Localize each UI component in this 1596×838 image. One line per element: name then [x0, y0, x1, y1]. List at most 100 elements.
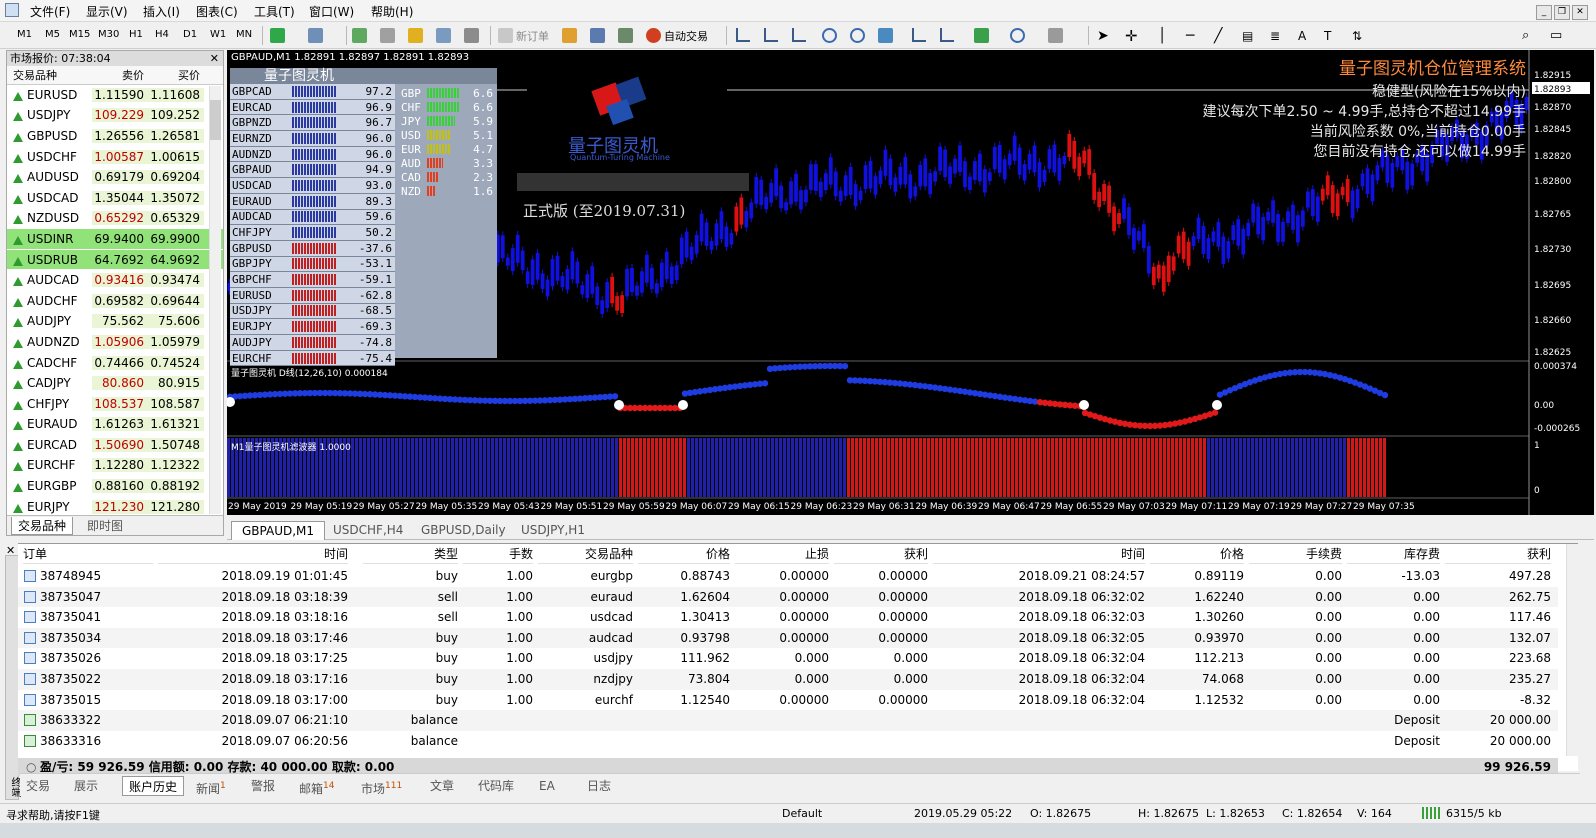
- close-icon[interactable]: ✕: [1572, 5, 1588, 20]
- col-commission[interactable]: 手续费: [1249, 544, 1342, 564]
- menu-insert[interactable]: 插入(I): [143, 3, 180, 20]
- market-watch-scrollbar[interactable]: [209, 86, 221, 514]
- tf-mn[interactable]: MN: [236, 29, 252, 40]
- terminal-tab[interactable]: 日志: [587, 776, 611, 796]
- terminal-tab[interactable]: 邮箱14: [299, 776, 334, 796]
- chart-tab[interactable]: GBPUSD,Daily: [411, 521, 516, 540]
- market-watch-row[interactable]: AUDCHF 0.69582 0.69644: [7, 291, 223, 312]
- terminal-tab[interactable]: 展示: [74, 776, 98, 796]
- vertical-line-icon[interactable]: │: [1158, 25, 1166, 46]
- col-order[interactable]: 订单: [23, 544, 153, 564]
- arrows-icon[interactable]: ⇅: [1352, 25, 1362, 46]
- history-row[interactable]: 38735047 2018.09.18 03:18:39 sell 1.00 eurau…: [18, 586, 1558, 608]
- terminal-tab[interactable]: EA: [539, 776, 555, 796]
- terminal-tab[interactable]: 警报: [251, 776, 275, 796]
- history-row[interactable]: 38735015 2018.09.18 03:17:00 buy 1.00 eurchf…: [18, 690, 1558, 711]
- col-price[interactable]: 价格: [638, 544, 730, 564]
- profiles-icon[interactable]: [308, 25, 323, 46]
- terminal-tab[interactable]: 账户历史: [122, 776, 185, 796]
- market-watch-row[interactable]: CHFJPY 108.537 108.587: [7, 394, 223, 415]
- new-order-button[interactable]: 新订单: [498, 25, 549, 46]
- symbol-column-header[interactable]: 交易品种: [7, 66, 92, 84]
- minimize-icon[interactable]: _: [1536, 5, 1552, 20]
- tile-windows-icon[interactable]: [878, 25, 893, 46]
- col-profit[interactable]: 获利: [1445, 544, 1551, 564]
- market-watch-row[interactable]: AUDJPY 75.562 75.606: [7, 312, 223, 333]
- market-watch-icon[interactable]: [352, 25, 367, 46]
- tf-h4[interactable]: H4: [155, 29, 169, 40]
- history-scrollbar[interactable]: [1566, 544, 1578, 756]
- col-sl[interactable]: 止损: [735, 544, 829, 564]
- col-open-time[interactable]: 时间: [158, 544, 348, 564]
- restore-icon[interactable]: ❐: [1554, 5, 1570, 20]
- menu-file[interactable]: 文件(F): [30, 3, 70, 20]
- terminal-tab[interactable]: 新闻1: [196, 776, 226, 796]
- navigator-icon[interactable]: [408, 25, 423, 46]
- market-watch-row[interactable]: NZDUSD 0.65292 0.65329: [7, 209, 223, 230]
- metaeditor-icon[interactable]: [562, 25, 577, 46]
- menu-chart[interactable]: 图表(C): [196, 3, 238, 20]
- chart-tab[interactable]: GBPAUD,M1: [231, 521, 326, 540]
- history-row[interactable]: 38735022 2018.09.18 03:17:16 buy 1.00 nzdjpy…: [18, 669, 1558, 690]
- terminal-tab[interactable]: 代码库: [478, 776, 514, 796]
- bar-chart-icon[interactable]: [736, 28, 750, 42]
- col-type[interactable]: 类型: [363, 544, 458, 564]
- market-watch-row[interactable]: USDCHF 1.00587 1.00615: [7, 147, 223, 168]
- tf-w1[interactable]: W1: [210, 29, 226, 40]
- col-symbol[interactable]: 交易品种: [538, 544, 633, 564]
- market-watch-row[interactable]: AUDUSD 0.69179 0.69204: [7, 167, 223, 188]
- fibonacci-icon[interactable]: ≣: [1270, 25, 1280, 46]
- data-window-icon[interactable]: [380, 25, 395, 46]
- terminal-tab[interactable]: 交易: [26, 776, 50, 796]
- crosshair-icon[interactable]: ✛: [1125, 25, 1138, 46]
- market-watch-row[interactable]: EURGBP 0.88160 0.88192: [7, 476, 223, 497]
- periods-icon[interactable]: [1010, 25, 1025, 46]
- chat-icon[interactable]: ▭: [1550, 25, 1562, 46]
- bid-column-header[interactable]: 卖价: [92, 66, 148, 84]
- search-icon[interactable]: ⌕: [1522, 25, 1529, 46]
- zoom-out-icon[interactable]: [850, 25, 865, 46]
- ask-column-header[interactable]: 买价: [148, 66, 204, 84]
- col-close-price[interactable]: 价格: [1150, 544, 1244, 564]
- market-watch-row[interactable]: EURAUD 1.61263 1.61321: [7, 415, 223, 436]
- market-watch-row[interactable]: CADCHF 0.74466 0.74524: [7, 353, 223, 374]
- line-chart-icon[interactable]: [792, 28, 806, 42]
- history-row[interactable]: 38735041 2018.09.18 03:18:16 sell 1.00 usdca…: [18, 607, 1558, 628]
- status-profile[interactable]: Default: [782, 807, 822, 820]
- candlestick-icon[interactable]: [764, 28, 778, 42]
- tester-icon[interactable]: [464, 25, 479, 46]
- history-row[interactable]: 38748945 2018.09.19 01:01:45 buy 1.00 eurgbp…: [18, 566, 1558, 587]
- menu-window[interactable]: 窗口(W): [309, 3, 354, 20]
- history-row[interactable]: 38735034 2018.09.18 03:17:46 buy 1.00 audcad…: [18, 627, 1558, 649]
- indicators-icon[interactable]: [974, 25, 989, 46]
- market-watch-row[interactable]: EURCAD 1.50690 1.50748: [7, 435, 223, 456]
- cursor-icon[interactable]: ➤: [1097, 25, 1109, 46]
- market-watch-row[interactable]: CADJPY 80.860 80.915: [7, 373, 223, 394]
- market-watch-row[interactable]: GBPUSD 1.26556 1.26581: [7, 126, 223, 147]
- tf-d1[interactable]: D1: [183, 29, 197, 40]
- chart-shift-icon[interactable]: [940, 28, 954, 42]
- vps-icon[interactable]: [618, 25, 633, 46]
- market-watch-row[interactable]: USDJPY 109.229 109.252: [7, 106, 223, 127]
- terminal-tab[interactable]: 市场111: [361, 776, 402, 796]
- col-swap[interactable]: 库存费: [1347, 544, 1440, 564]
- history-row[interactable]: 38735026 2018.09.18 03:17:25 buy 1.00 usdjpy…: [18, 648, 1558, 669]
- history-row[interactable]: 38633316 2018.09.07 06:20:56 balance 20 000…: [18, 731, 1558, 752]
- signals-icon[interactable]: [590, 25, 605, 46]
- tf-m15[interactable]: M15: [69, 29, 90, 40]
- history-row[interactable]: 38633322 2018.09.07 06:21:10 balance 20 000…: [18, 710, 1558, 731]
- horizontal-line-icon[interactable]: ─: [1186, 25, 1194, 46]
- market-watch-row[interactable]: USDRUB 64.7692 64.9692: [7, 249, 223, 271]
- text-icon[interactable]: A: [1298, 25, 1306, 46]
- close-icon[interactable]: ✕: [210, 51, 219, 66]
- tf-m30[interactable]: M30: [98, 29, 119, 40]
- new-chart-icon[interactable]: [270, 25, 285, 46]
- market-watch-row[interactable]: AUDCAD 0.93416 0.93474: [7, 270, 223, 291]
- col-close-time[interactable]: 时间: [933, 544, 1145, 564]
- col-tp[interactable]: 获利: [834, 544, 928, 564]
- menu-help[interactable]: 帮助(H): [371, 3, 413, 20]
- menu-view[interactable]: 显示(V): [86, 3, 128, 20]
- chart-tab[interactable]: USDJPY,H1: [511, 521, 595, 540]
- auto-trading-button[interactable]: 自动交易: [646, 25, 708, 46]
- market-watch-row[interactable]: EURCHF 1.12280 1.12322: [7, 456, 223, 477]
